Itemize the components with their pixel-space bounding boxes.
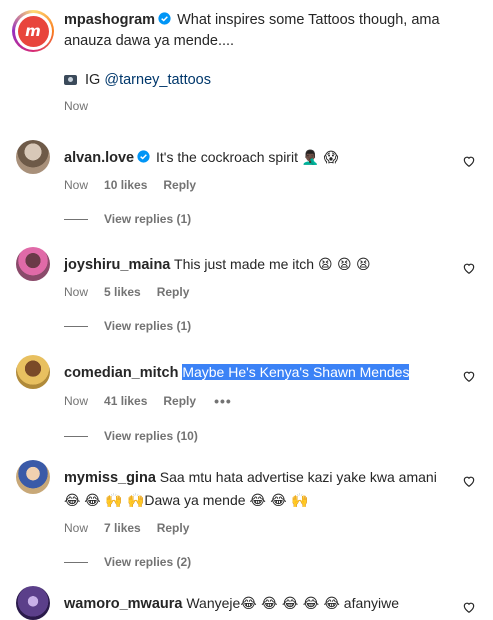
reply-button[interactable]: Reply (157, 521, 190, 535)
reply-button[interactable]: Reply (163, 178, 196, 192)
more-options-icon[interactable]: ••• (214, 393, 232, 409)
avatar[interactable] (16, 586, 50, 620)
heart-icon[interactable] (462, 261, 476, 275)
view-replies[interactable]: View replies (2) (64, 555, 486, 569)
comment-username[interactable]: comedian_mitch (64, 365, 178, 381)
likes-count[interactable]: 10 likes (104, 178, 147, 192)
comment: joyshiru_maina This just made me itch 😫 … (16, 247, 486, 333)
ig-prefix: IG (85, 72, 101, 88)
emoji: 😂 (64, 493, 81, 509)
comment: alvan.love It's the cockroach spirit 🤦🏿‍… (16, 140, 486, 226)
comment: mymiss_gina Saa mtu hata advertise kazi … (16, 460, 486, 569)
mention-link[interactable]: @tarney_tattoos (104, 72, 211, 88)
reply-button[interactable]: Reply (163, 394, 196, 408)
view-replies[interactable]: View replies (1) (64, 319, 486, 333)
comment-text: Saa mtu hata advertise kazi yake kwa ama… (159, 469, 437, 485)
comment-text-cont: Dawa ya mende (144, 492, 246, 508)
comment-username[interactable]: mymiss_gina (64, 470, 156, 486)
divider (64, 435, 88, 437)
comment-text: This just made me itch (174, 256, 315, 272)
emoji: 😫 😫 😫 (317, 257, 371, 273)
mpasho-logo: m (17, 15, 49, 47)
comment-text: Maybe He's Kenya's Shawn Mendes (182, 364, 410, 380)
divider (64, 325, 88, 327)
avatar[interactable] (16, 140, 50, 174)
caption-time[interactable]: Now (64, 99, 469, 113)
emoji: 😂 😂 🙌 (249, 493, 309, 509)
avatar[interactable]: m (12, 10, 54, 52)
caption-username[interactable]: mpashogram (64, 12, 155, 28)
comment-time[interactable]: Now (64, 285, 88, 299)
heart-icon[interactable] (462, 154, 476, 168)
comment: comedian_mitch Maybe He's Kenya's Shawn … (16, 355, 486, 443)
comment-username[interactable]: joyshiru_maina (64, 257, 170, 273)
emoji: 😂 🙌 🙌 (84, 493, 145, 509)
comment-time[interactable]: Now (64, 394, 88, 408)
verified-badge-icon (158, 12, 171, 25)
verified-badge-icon (137, 150, 150, 163)
view-replies[interactable]: View replies (1) (64, 212, 486, 226)
comment-username[interactable]: wamoro_mwaura (64, 596, 182, 612)
divider (64, 561, 88, 563)
view-replies[interactable]: View replies (10) (64, 429, 486, 443)
reply-button[interactable]: Reply (157, 285, 190, 299)
comment-username[interactable]: alvan.love (64, 150, 134, 166)
avatar[interactable] (16, 355, 50, 389)
likes-count[interactable]: 41 likes (104, 394, 147, 408)
post-caption: m mpashogram What inspires some Tattoos … (12, 10, 482, 113)
emoji: 😂 😂 😂 😂 😂 (240, 596, 340, 612)
comment-text: It's the cockroach spirit (156, 149, 298, 165)
divider (64, 218, 88, 220)
avatar[interactable] (16, 460, 50, 494)
heart-icon[interactable] (462, 474, 476, 488)
avatar[interactable] (16, 247, 50, 281)
likes-count[interactable]: 5 likes (104, 285, 141, 299)
emoji: 🤦🏿‍♂️ 😱 (301, 150, 339, 166)
camera-icon (64, 75, 77, 85)
comment: wamoro_mwaura Wanyeje😂 😂 😂 😂 😂 afanyiwe … (16, 586, 486, 620)
comment-time[interactable]: Now (64, 521, 88, 535)
likes-count[interactable]: 7 likes (104, 521, 141, 535)
comment-text: Wanyeje (186, 595, 241, 611)
heart-icon[interactable] (462, 369, 476, 383)
heart-icon[interactable] (462, 600, 476, 614)
comment-time[interactable]: Now (64, 178, 88, 192)
